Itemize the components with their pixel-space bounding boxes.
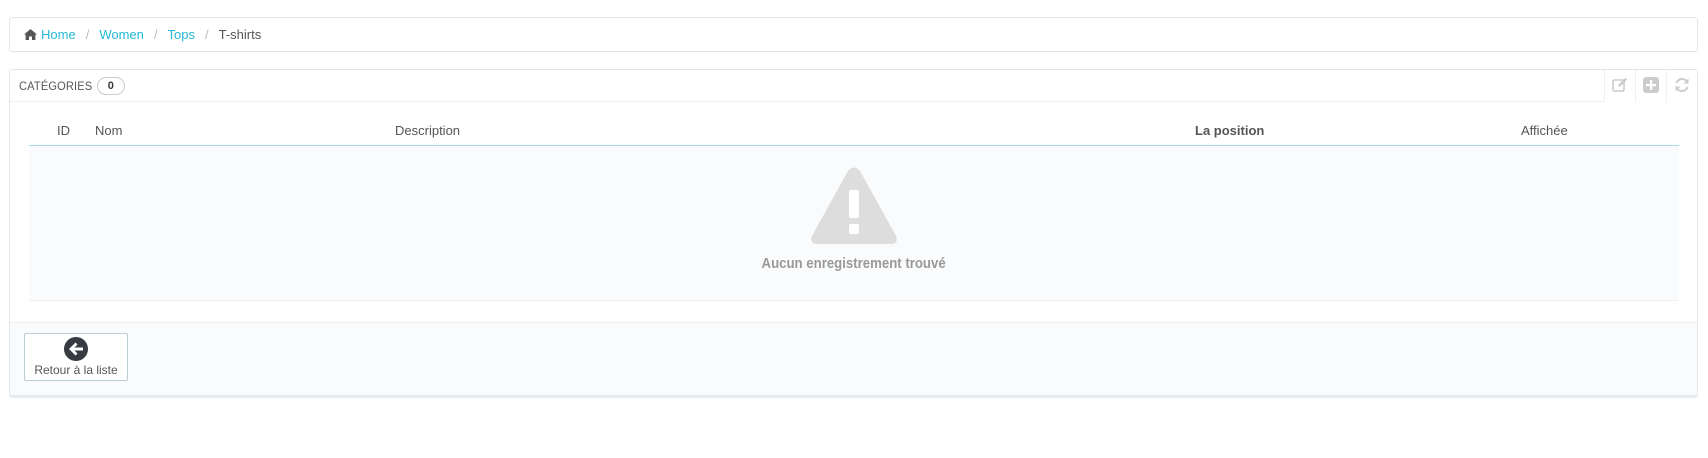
column-header-displayed[interactable]: Affichée <box>1521 123 1568 138</box>
column-header-name[interactable]: Nom <box>95 123 122 138</box>
empty-message: Aucun enregistrement trouvé <box>761 255 947 272</box>
edit-icon <box>1612 77 1628 96</box>
refresh-button[interactable] <box>1666 70 1697 102</box>
empty-state: Aucun enregistrement trouvé <box>29 146 1679 301</box>
breadcrumb-separator: / <box>85 27 90 42</box>
breadcrumb-separator: / <box>153 27 158 42</box>
breadcrumb: Home / Women / Tops / T-shirts <box>9 17 1698 52</box>
breadcrumb-separator: / <box>204 27 209 42</box>
edit-button[interactable] <box>1604 70 1635 102</box>
breadcrumb-home[interactable]: Home <box>24 27 76 42</box>
count-badge: 0 <box>96 76 125 95</box>
breadcrumb-current: T-shirts <box>218 27 262 42</box>
column-header-position[interactable]: La position <box>1195 123 1264 138</box>
panel-toolbar <box>1604 70 1697 102</box>
categories-panel: CATÉGORIES 0 ID Nom Description La posit… <box>9 69 1698 396</box>
column-header-id[interactable]: ID <box>57 123 70 138</box>
column-header-description[interactable]: Description <box>395 123 460 138</box>
panel-heading: CATÉGORIES 0 <box>10 70 1697 102</box>
refresh-icon <box>1674 77 1690 96</box>
panel-footer: Retour à la liste <box>10 322 1697 395</box>
breadcrumb-link-tops[interactable]: Tops <box>168 27 195 42</box>
breadcrumb-link-home[interactable]: Home <box>41 27 76 42</box>
add-button[interactable] <box>1635 70 1666 102</box>
breadcrumb-link-women[interactable]: Women <box>99 27 144 42</box>
arrow-circle-left-icon <box>64 337 88 361</box>
warning-icon <box>810 166 898 249</box>
back-to-list-button[interactable]: Retour à la liste <box>24 333 128 381</box>
add-icon <box>1643 76 1659 96</box>
home-icon <box>24 29 37 40</box>
panel-title: CATÉGORIES <box>19 78 93 93</box>
back-to-list-label: Retour à la liste <box>34 363 118 377</box>
categories-table: ID Nom Description La position Affichée … <box>29 114 1679 301</box>
table-header: ID Nom Description La position Affichée <box>29 114 1679 146</box>
